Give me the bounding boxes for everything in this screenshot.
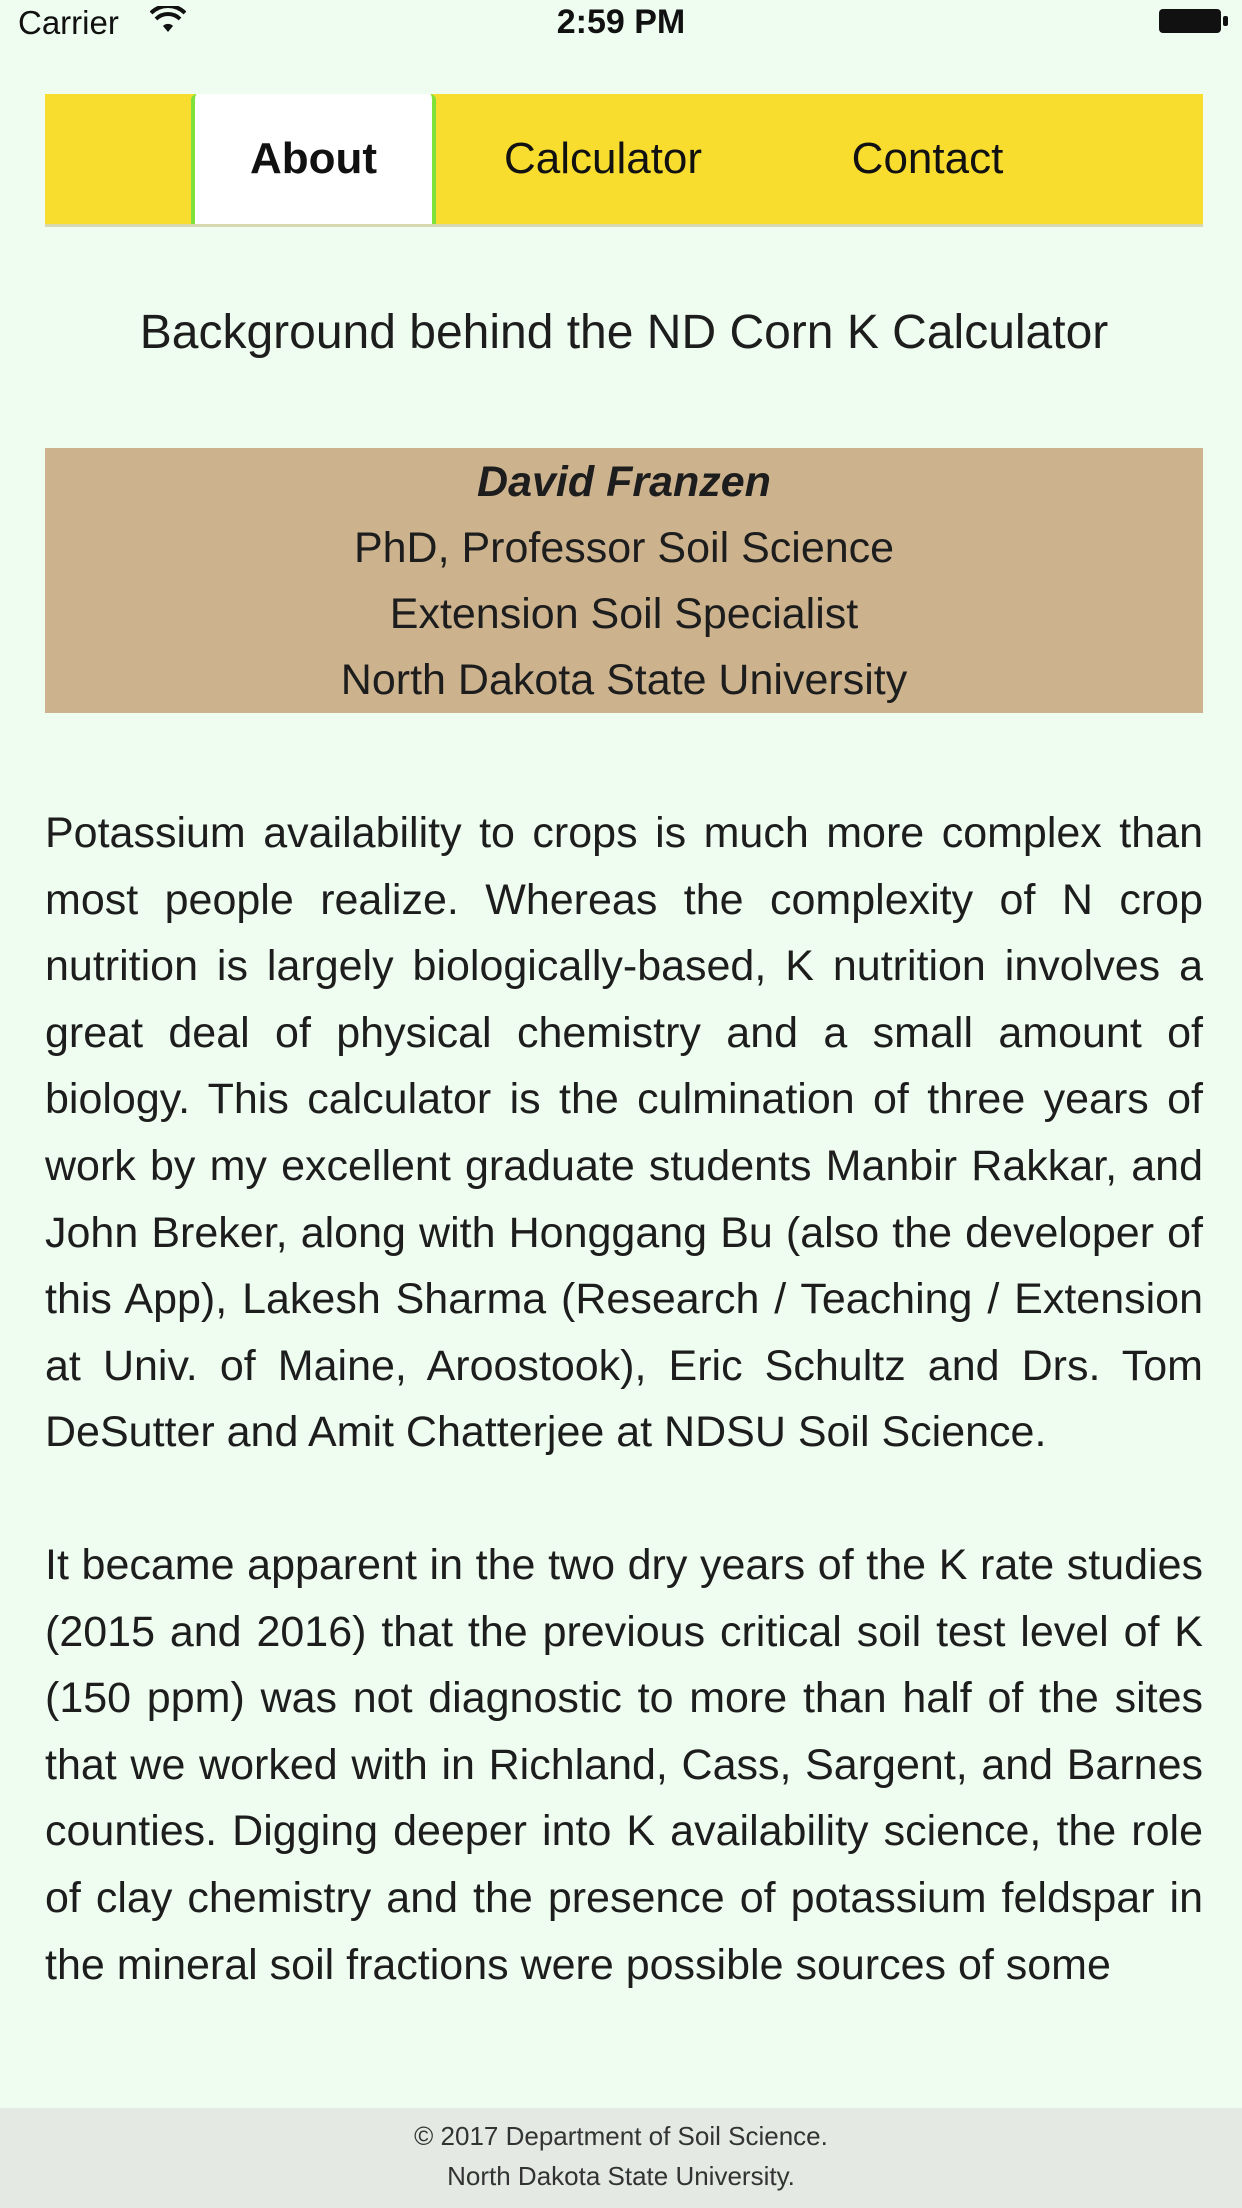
footer: © 2017 Department of Soil Science. North… (0, 2108, 1242, 2208)
tab-bar: About Calculator Contact (45, 94, 1203, 227)
footer-copyright: © 2017 Department of Soil Science. (414, 2121, 828, 2151)
about-content: Potassium availability to crops is much … (45, 800, 1203, 2064)
status-time: 2:59 PM (556, 3, 686, 41)
status-bar: Carrier 2:59 PM (0, 0, 1242, 44)
battery-icon (1158, 8, 1230, 34)
tab-calculator[interactable]: Calculator (473, 94, 733, 224)
footer-university: North Dakota State University. (447, 2161, 795, 2191)
tab-contact[interactable]: Contact (805, 94, 1050, 224)
author-institution: North Dakota State University (340, 656, 908, 704)
author-card: David Franzen PhD, Professor Soil Scienc… (45, 448, 1203, 713)
author-role: Extension Soil Specialist (389, 590, 859, 638)
author-name: David Franzen (477, 458, 771, 506)
author-degree: PhD, Professor Soil Science (353, 524, 895, 572)
page-title: Background behind the ND Corn K Calculat… (139, 306, 1109, 359)
tab-about[interactable]: About (191, 94, 436, 224)
paragraph: It became apparent in the two dry years … (45, 1540, 1203, 1989)
paragraph: Potassium availability to crops is much … (45, 809, 1203, 1457)
